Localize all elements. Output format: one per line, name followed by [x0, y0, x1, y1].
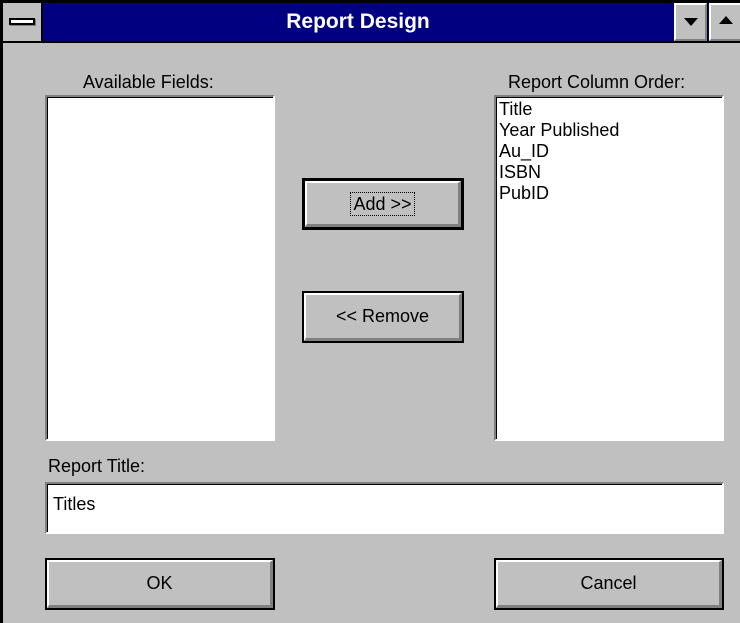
report-column-item[interactable]: ISBN — [496, 162, 722, 183]
report-column-item[interactable]: PubID — [496, 183, 722, 204]
ok-button-label: OK — [146, 573, 173, 593]
add-button-label: Add >> — [350, 191, 415, 216]
ok-button[interactable]: OK — [45, 558, 275, 610]
cancel-button-label: Cancel — [580, 573, 637, 593]
available-fields-list[interactable] — [45, 95, 275, 441]
add-button[interactable]: Add >> — [302, 178, 464, 230]
report-column-item[interactable]: Title — [496, 99, 722, 120]
minimize-arrow-icon — [684, 18, 698, 26]
report-column-item[interactable]: Au_ID — [496, 141, 722, 162]
available-fields-label: Available Fields: — [83, 72, 214, 92]
maximize-button[interactable] — [709, 3, 740, 41]
report-design-window: Report Design Available Fields: Add >> <… — [0, 0, 740, 623]
report-title-input[interactable]: Titles — [45, 482, 724, 534]
report-title-label: Report Title: — [48, 456, 146, 476]
title-bar[interactable]: Report Design — [3, 3, 740, 43]
system-menu-button[interactable] — [3, 3, 43, 41]
maximize-arrow-icon — [719, 16, 733, 24]
remove-button-label: << Remove — [335, 306, 430, 326]
report-column-order-list[interactable]: Title Year Published Au_ID ISBN PubID — [494, 95, 724, 441]
system-menu-icon — [9, 18, 35, 25]
report-column-item[interactable]: Year Published — [496, 120, 722, 141]
cancel-button[interactable]: Cancel — [494, 558, 724, 610]
window-title: Report Design — [286, 10, 430, 33]
report-column-order-label: Report Column Order: — [508, 72, 686, 92]
remove-button[interactable]: << Remove — [302, 291, 464, 343]
minimize-button[interactable] — [674, 3, 707, 41]
